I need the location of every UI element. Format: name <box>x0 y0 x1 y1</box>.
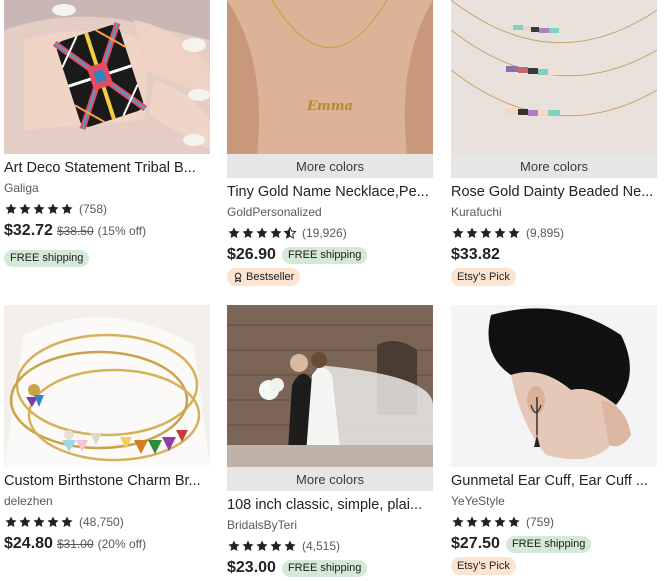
sale-price: $27.50 <box>451 535 500 552</box>
discount-percent: (15% off) <box>97 224 147 238</box>
rating: (9,895) <box>451 226 564 240</box>
etsys-pick-badge: Etsy's Pick <box>451 557 516 575</box>
star-icon <box>32 515 46 529</box>
more-colors-overlay[interactable]: More colors <box>451 154 657 178</box>
star-icon <box>451 515 465 529</box>
review-count: (48,750) <box>79 515 124 529</box>
star-rating <box>4 202 74 216</box>
star-icon <box>60 202 74 216</box>
review-count: (19,926) <box>302 226 347 240</box>
discount-percent: (20% off) <box>97 537 147 551</box>
star-icon <box>18 515 32 529</box>
shop-name[interactable]: delezhen <box>4 494 53 508</box>
listing-image[interactable] <box>4 305 210 467</box>
star-icon <box>507 515 521 529</box>
price-line: $32.72 $38.50 (15% off) <box>4 221 146 241</box>
review-count: (4,515) <box>302 539 341 553</box>
half-star-icon <box>283 226 297 240</box>
star-icon <box>451 226 465 240</box>
star-rating <box>4 515 74 529</box>
bestseller-badge: Bestseller <box>227 268 301 286</box>
review-count: (758) <box>79 202 108 216</box>
price-line: $33.82 <box>451 245 500 265</box>
shop-name[interactable]: YeYeStyle <box>451 494 505 508</box>
sale-price: $24.80 <box>4 535 53 552</box>
star-icon <box>479 515 493 529</box>
star-icon <box>465 515 479 529</box>
star-icon <box>241 226 255 240</box>
etsys-pick-label: Etsy's Pick <box>457 560 510 572</box>
free-shipping-badge: FREE shipping <box>281 246 368 264</box>
more-colors-overlay[interactable]: More colors <box>227 467 433 491</box>
star-icon <box>4 515 18 529</box>
star-rating <box>451 226 521 240</box>
star-icon <box>4 202 18 216</box>
free-shipping-badge: FREE shipping <box>281 559 368 577</box>
star-icon <box>283 539 297 553</box>
shop-name[interactable]: Kurafuchi <box>451 205 502 219</box>
star-rating <box>451 515 521 529</box>
star-icon <box>465 226 479 240</box>
star-icon <box>18 202 32 216</box>
original-price: $31.00 <box>56 537 94 551</box>
listing-title[interactable]: 108 inch classic, simple, plai... <box>227 496 433 514</box>
star-icon <box>269 226 283 240</box>
sale-price: $32.72 <box>4 222 53 239</box>
award-icon <box>234 272 242 282</box>
star-icon <box>493 515 507 529</box>
rating: (759) <box>451 515 554 529</box>
sale-price: $26.90 <box>227 246 276 263</box>
rating: (758) <box>4 202 107 216</box>
listing-image[interactable] <box>4 0 210 154</box>
listing-title[interactable]: Gunmetal Ear Cuff, Ear Cuff ... <box>451 472 657 490</box>
star-icon <box>479 226 493 240</box>
star-icon <box>46 515 60 529</box>
shop-name[interactable]: GoldPersonalized <box>227 205 322 219</box>
rating: (48,750) <box>4 515 124 529</box>
star-icon <box>32 202 46 216</box>
price-line: $27.50 FREE shipping <box>451 534 592 554</box>
listing-title[interactable]: Tiny Gold Name Necklace,Pe... <box>227 183 433 201</box>
star-icon <box>227 539 241 553</box>
sale-price: $33.82 <box>451 246 500 263</box>
etsys-pick-label: Etsy's Pick <box>457 271 510 283</box>
listing-title[interactable]: Custom Birthstone Charm Br... <box>4 472 210 490</box>
star-icon <box>46 202 60 216</box>
price-line: $24.80 $31.00 (20% off) <box>4 534 146 554</box>
rating: (19,926) <box>227 226 347 240</box>
rating: (4,515) <box>227 539 340 553</box>
star-icon <box>255 226 269 240</box>
listing-title[interactable]: Rose Gold Dainty Beaded Ne... <box>451 183 657 201</box>
star-icon <box>507 226 521 240</box>
etsys-pick-badge: Etsy's Pick <box>451 268 516 286</box>
shop-name[interactable]: BridalsByTeri <box>227 518 297 532</box>
star-icon <box>493 226 507 240</box>
review-count: (759) <box>526 515 555 529</box>
bestseller-label: Bestseller <box>246 271 295 283</box>
star-icon <box>60 515 74 529</box>
shipping-row: FREE shipping <box>4 248 90 267</box>
listing-image[interactable] <box>451 305 657 467</box>
original-price: $38.50 <box>56 224 94 238</box>
listing-image[interactable] <box>451 0 657 154</box>
listing-title[interactable]: Art Deco Statement Tribal B... <box>4 159 210 177</box>
more-colors-overlay[interactable]: More colors <box>227 154 433 178</box>
sale-price: $23.00 <box>227 559 276 576</box>
price-line: $23.00 FREE shipping <box>227 558 368 578</box>
free-shipping-badge: FREE shipping <box>505 535 592 553</box>
star-icon <box>255 539 269 553</box>
star-rating <box>227 539 297 553</box>
svg-text:Emma: Emma <box>306 99 353 114</box>
price-line: $26.90 FREE shipping <box>227 245 368 265</box>
listing-image[interactable] <box>227 305 433 467</box>
star-icon <box>269 539 283 553</box>
star-rating <box>227 226 297 240</box>
star-icon <box>241 539 255 553</box>
star-icon <box>227 226 241 240</box>
listing-image[interactable]: Emma <box>227 0 433 154</box>
shop-name[interactable]: Galiga <box>4 181 39 195</box>
review-count: (9,895) <box>526 226 565 240</box>
free-shipping-badge: FREE shipping <box>4 250 90 267</box>
